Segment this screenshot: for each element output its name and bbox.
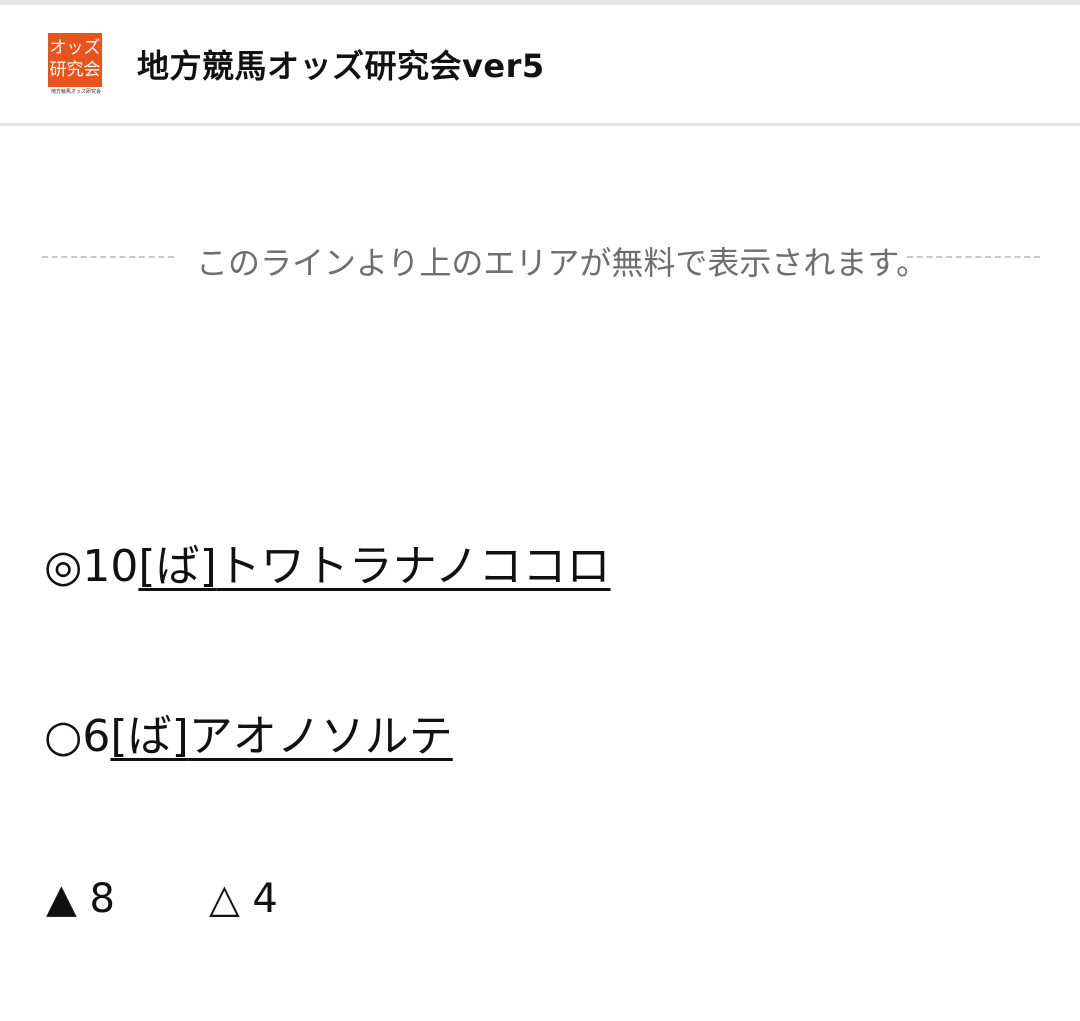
site-title[interactable]: 地方競馬オッズ研究会ver5 — [137, 41, 545, 87]
site-header: オッズ 研究会 地方競馬オッズ研究会 地方競馬オッズ研究会ver5 — [0, 5, 1080, 126]
divider-dash-right — [907, 256, 1040, 258]
pick-taikou: ○6[ば]アオノソルテ — [44, 710, 453, 764]
free-area-notice: このラインより上のエリアが無料で表示されます。 — [196, 244, 929, 282]
mark-symbol-tanana: ▲ — [46, 876, 77, 922]
pick-number: 10 — [82, 541, 139, 592]
pick-number: 6 — [82, 711, 111, 762]
pick-symbol: ○ — [44, 711, 83, 762]
mark-number: 4 — [252, 876, 278, 922]
horse-name-link[interactable]: アオノソルテ — [189, 711, 453, 762]
pick-tag-link[interactable]: [ば] — [110, 711, 188, 762]
logo-mark: オッズ 研究会 — [48, 33, 102, 87]
logo-caption: 地方競馬オッズ研究会 — [50, 89, 101, 95]
other-marks: ▲ 8 △ 4 — [46, 872, 278, 926]
pick-tag-link[interactable]: [ば] — [138, 541, 216, 592]
pick-symbol: ◎ — [44, 541, 83, 592]
free-area-divider: このラインより上のエリアが無料で表示されます。 — [42, 236, 1040, 282]
logo-text-line1: オッズ — [49, 38, 101, 58]
divider-dash-left — [42, 256, 174, 258]
pick-honmei: ◎10[ば]トワトラナノココロ — [44, 540, 611, 594]
mark-number: 8 — [89, 876, 115, 922]
horse-name-link[interactable]: トワトラナノココロ — [217, 541, 611, 592]
mark-symbol-renshita: △ — [208, 876, 240, 922]
site-logo[interactable]: オッズ 研究会 地方競馬オッズ研究会 — [44, 33, 108, 97]
logo-text-line2: 研究会 — [49, 60, 101, 80]
